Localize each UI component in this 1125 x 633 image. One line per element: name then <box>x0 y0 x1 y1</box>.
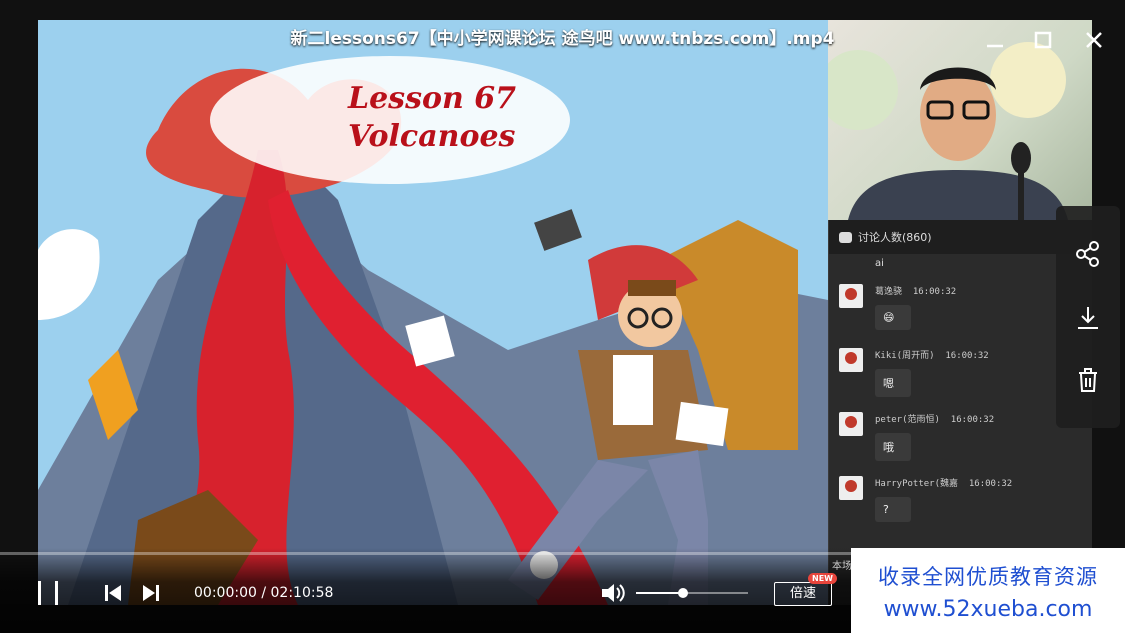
lesson-topic: Volcanoes <box>348 119 516 154</box>
volume-slider-fill <box>636 592 683 594</box>
current-time: 00:00:00 <box>194 585 257 601</box>
skip-next-icon[interactable] <box>140 582 162 604</box>
lesson-number: Lesson 67 <box>348 81 516 116</box>
chat-time: 16:00:32 <box>945 351 989 361</box>
chat-message: Kiki(周开而) 16:00:32 嗯 <box>829 342 1092 406</box>
volume-slider-handle[interactable] <box>678 588 688 598</box>
chat-author: 葛逸骁 <box>875 287 903 297</box>
chat-message: 葛逸骁 16:00:32 😄 <box>829 278 1092 342</box>
watermark-banner: 收录全网优质教育资源 www.52xueba.com <box>851 548 1125 633</box>
chat-message: peter(范雨恒) 16:00:32 哦 <box>829 406 1092 470</box>
chat-author: Kiki(周开而) <box>875 351 935 361</box>
download-icon[interactable] <box>1074 304 1102 332</box>
user-avatar <box>839 284 863 308</box>
user-avatar <box>839 412 863 436</box>
chat-message-meta: 葛逸骁 16:00:32 <box>875 284 1083 297</box>
chat-header: 讨论人数(860) <box>829 220 1092 254</box>
watermark-slogan: 收录全网优质教育资源 <box>878 565 1098 589</box>
lesson-title: Lesson 67 Volcanoes <box>348 80 516 156</box>
trash-icon[interactable] <box>1074 366 1102 394</box>
chat-author: peter(范雨恒) <box>875 415 940 425</box>
skip-previous-icon[interactable] <box>102 582 124 604</box>
time-display: 00:00:00 / 02:10:58 <box>194 585 333 601</box>
video-canvas[interactable]: Lesson 67 Volcanoes 讨论人数(860) ai 葛逸骁 16:… <box>38 20 1092 605</box>
chat-message-text: 嗯 <box>875 369 911 397</box>
playback-speed-button[interactable]: 倍速 <box>774 582 832 606</box>
share-icon[interactable] <box>1074 240 1102 268</box>
chat-message-text: 😄 <box>875 305 911 330</box>
chat-bubble-icon <box>839 231 852 243</box>
chat-message-meta: Kiki(周开而) 16:00:32 <box>875 348 1083 361</box>
chat-message-text: ? <box>875 497 911 522</box>
chat-message-meta: peter(范雨恒) 16:00:32 <box>875 412 1083 425</box>
chat-time: 16:00:32 <box>968 479 1013 489</box>
close-icon[interactable] <box>1081 28 1107 54</box>
user-avatar <box>839 476 863 500</box>
chat-author: HarryPotter(魏嘉 <box>875 479 959 489</box>
chat-time: 16:00:32 <box>912 287 957 297</box>
side-toolbar <box>1056 206 1120 428</box>
chat-message-meta: HarryPotter(魏嘉 16:00:32 <box>875 476 1083 489</box>
user-avatar <box>839 348 863 372</box>
new-badge: NEW <box>808 573 837 584</box>
pause-icon[interactable] <box>34 578 64 608</box>
chat-message: HarryPotter(魏嘉 16:00:32 ? <box>829 470 1092 534</box>
chat-time: 16:00:32 <box>950 415 995 425</box>
maximize-icon[interactable] <box>1030 28 1056 54</box>
time-separator: / <box>256 585 271 601</box>
volume-icon[interactable] <box>600 581 626 605</box>
chat-footer-text: 本场 <box>832 561 852 572</box>
total-time: 02:10:58 <box>270 585 334 601</box>
chat-participant-count: 讨论人数(860) <box>858 231 932 244</box>
volume-slider[interactable] <box>636 588 748 598</box>
chat-message-text: 哦 <box>875 433 911 461</box>
watermark-url: www.52xueba.com <box>883 597 1093 622</box>
player-window: Lesson 67 Volcanoes 讨论人数(860) ai 葛逸骁 16:… <box>0 0 1125 633</box>
minimize-icon[interactable] <box>982 28 1008 54</box>
